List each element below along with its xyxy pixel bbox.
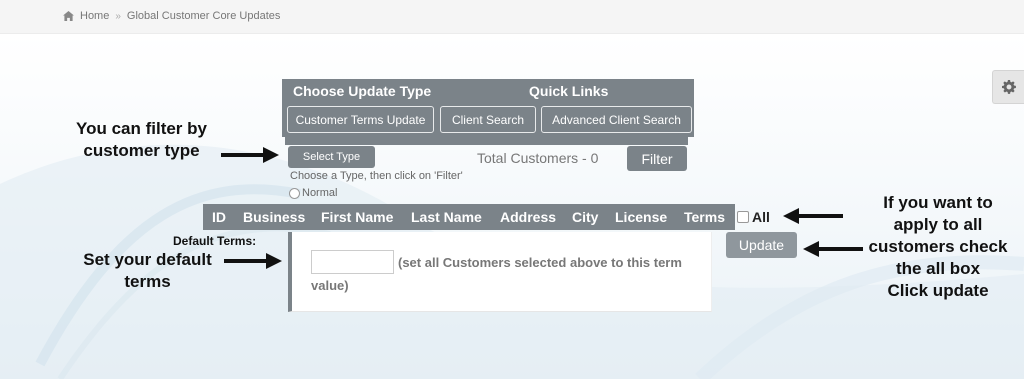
advanced-client-search-button[interactable]: Advanced Client Search <box>541 106 692 133</box>
column-address[interactable]: Address <box>500 209 556 225</box>
breadcrumb-home-link[interactable]: Home <box>80 10 109 22</box>
annotation-filter-line1: You can filter by <box>76 119 207 138</box>
home-icon[interactable] <box>63 11 74 21</box>
select-all-checkbox[interactable] <box>737 211 749 223</box>
quick-links-heading: Quick Links <box>529 83 609 99</box>
terms-note-line2: value) <box>311 278 349 293</box>
radio-normal-option[interactable]: Normal <box>289 187 337 199</box>
column-first-name[interactable]: First Name <box>321 209 393 225</box>
column-terms[interactable]: Terms <box>684 209 725 225</box>
annotation-right-line3: customers check <box>868 237 1008 256</box>
default-terms-input[interactable] <box>311 250 394 274</box>
breadcrumb-bar: Home » Global Customer Core Updates <box>0 0 1024 34</box>
default-terms-label: Default Terms: <box>173 234 257 248</box>
annotation-right-line2: apply to all <box>893 215 983 234</box>
arrow-to-all-checkbox <box>783 208 843 224</box>
arrow-to-select-type <box>221 147 279 163</box>
select-all[interactable]: All <box>737 209 770 225</box>
filter-button[interactable]: Filter <box>627 146 687 171</box>
customer-terms-update-button[interactable]: Customer Terms Update <box>287 106 434 133</box>
annotation-default: Set your default terms <box>70 249 225 293</box>
quick-links-row: Customer Terms Update Client Search Adva… <box>282 103 694 137</box>
breadcrumb-current: Global Customer Core Updates <box>126 10 281 22</box>
annotation-right-line5: Click update <box>887 281 989 300</box>
terms-note-line1: (set all Customers selected above to thi… <box>398 255 682 270</box>
filter-hint: Choose a Type, then click on 'Filter' <box>290 170 463 182</box>
annotation-filter: You can filter by customer type <box>64 118 219 162</box>
arrow-to-default-terms <box>224 253 282 269</box>
radio-normal-label: Normal <box>302 187 338 199</box>
column-license[interactable]: License <box>615 209 667 225</box>
select-type-dropdown[interactable]: Select Type <box>288 146 375 168</box>
breadcrumb: Home » Global Customer Core Updates <box>63 10 280 22</box>
breadcrumb-separator: » <box>115 10 121 22</box>
gear-icon <box>1002 80 1016 94</box>
column-city[interactable]: City <box>572 209 598 225</box>
update-button[interactable]: Update <box>726 232 797 258</box>
panel-header: Choose Update Type Quick Links <box>282 79 694 103</box>
annotation-filter-line2: customer type <box>83 141 200 160</box>
annotation-default-line2: terms <box>124 272 171 291</box>
column-id[interactable]: ID <box>212 209 226 225</box>
annotation-right-line1: If you want to <box>883 193 993 212</box>
annotation-right-line4: the all box <box>895 259 981 278</box>
annotation-default-line1: Set your default <box>83 250 212 269</box>
choose-update-type-heading: Choose Update Type <box>293 83 432 99</box>
radio-normal[interactable] <box>289 187 300 199</box>
customer-table-header: ID Business First Name Last Name Address… <box>203 204 735 230</box>
annotation-right: If you want to apply to all customers ch… <box>856 192 1020 302</box>
panel-divider <box>285 137 688 145</box>
total-customers-count: Total Customers - 0 <box>477 150 599 166</box>
client-search-button[interactable]: Client Search <box>440 106 536 133</box>
settings-button[interactable] <box>992 70 1024 104</box>
select-all-label: All <box>752 209 770 225</box>
column-business[interactable]: Business <box>243 209 305 225</box>
column-last-name[interactable]: Last Name <box>411 209 482 225</box>
